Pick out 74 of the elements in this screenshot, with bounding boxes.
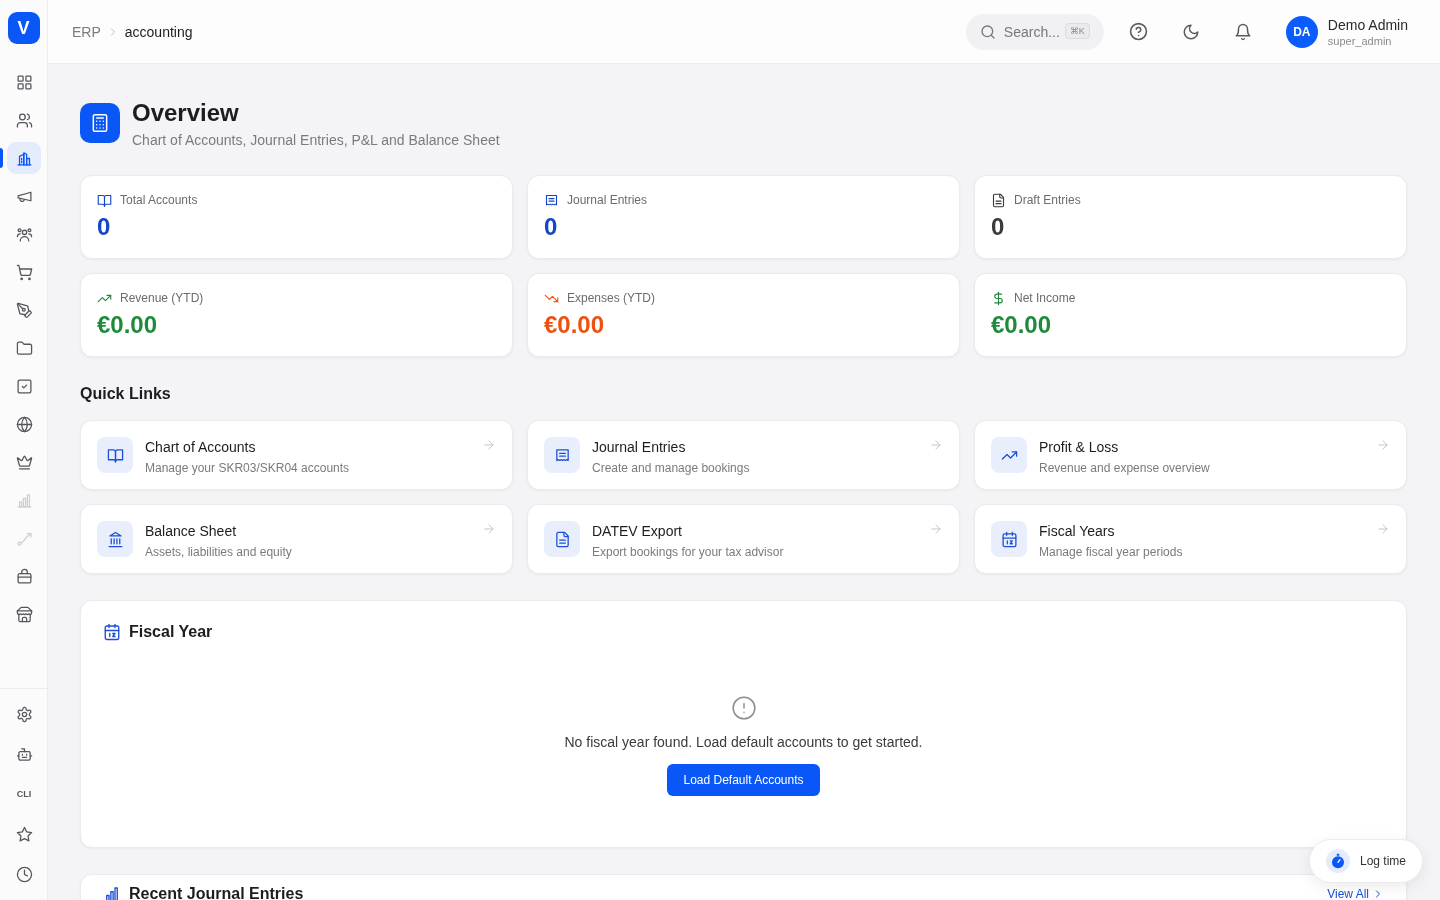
quick-link-card[interactable]: DATEV Export Export bookings for your tax advisor [527,504,960,574]
quick-link-description: Create and manage bookings [592,460,750,476]
alert-icon [730,695,757,721]
stat-label: Journal Entries [567,192,648,208]
bank-icon [97,521,133,557]
stat-label: Net Income [1014,290,1076,306]
quick-link-card[interactable]: Fiscal Years Manage fiscal year periods [974,504,1407,574]
document-icon [991,192,1006,208]
calendar-icon [991,521,1027,557]
empty-message: No fiscal year found. Load default accounts to get started. [564,733,923,752]
log-time-button[interactable]: Log time [1308,839,1423,883]
page-title: Overview [132,103,239,123]
stat-label: Revenue (YTD) [120,290,204,306]
receipt-icon [544,192,559,208]
card-title: Recent Journal Entries [129,884,304,900]
quick-link-description: Manage your SKR03/SKR04 accounts [145,460,350,476]
bar-chart-icon [103,885,121,900]
quick-link-title: Fiscal Years [1039,522,1115,540]
calculator-icon [80,103,120,143]
arrow-right-icon [482,438,496,452]
receipt-icon [544,437,580,473]
section-heading: Quick Links [80,384,171,404]
stat-value: €0.00 [97,312,158,338]
stopwatch-icon [1325,849,1350,873]
star-icon [15,825,33,843]
quick-link-title: Profit & Loss [1039,438,1119,456]
quick-link-card[interactable]: Chart of Accounts Manage your SKR03/SKR04 accounts [80,420,513,490]
moon-icon [1181,22,1200,41]
load-accounts-button[interactable]: Load Default Accounts [667,764,820,796]
avatar[interactable]: DA [1285,15,1318,48]
help-icon [1129,22,1149,41]
stat-value: 0 [97,214,111,240]
robot-icon [15,745,33,763]
arrow-right-icon [929,522,943,536]
user-name: Demo Admin [1327,16,1408,33]
calendar-icon [103,623,121,641]
settings-icon [15,705,33,723]
quick-link-title: DATEV Export [592,522,682,540]
quick-link-title: Chart of Accounts [145,438,256,456]
breadcrumb-link[interactable]: ERP [72,23,101,40]
stat-value: 0 [544,214,558,240]
app-logo[interactable]: V [7,12,40,44]
active-indicator [0,148,3,168]
quick-link-description: Export bookings for your tax advisor [592,544,784,560]
quick-link-card[interactable]: Journal Entries Create and manage bookings [527,420,960,490]
stat-value: 0 [991,214,1005,240]
sidebar-item[interactable] [7,142,41,174]
stat-value: €0.00 [544,312,605,338]
arrow-right-icon [929,438,943,452]
clock-icon [15,865,33,883]
stat-label: Total Accounts [120,192,198,208]
sidebar-item[interactable]: CLI [7,778,41,810]
quick-link-card[interactable]: Balance Sheet Assets, liabilities and equity [80,504,513,574]
stat-value: €0.00 [991,312,1052,338]
dollar-icon [991,290,1006,306]
quick-link-description: Manage fiscal year periods [1039,544,1183,560]
quick-link-title: Balance Sheet [145,522,237,540]
breadcrumb-current: accounting [124,23,193,40]
bell-icon [1233,22,1252,41]
book-icon [97,437,133,473]
search-icon [979,23,996,40]
stat-label: Draft Entries [1014,192,1081,208]
view-all-link[interactable]: View All [1327,886,1384,900]
book-icon [97,192,112,208]
page-subtitle: Chart of Accounts, Journal Entries, P&L and Balance Sheet [132,131,500,150]
document-icon [544,521,580,557]
trending-up-icon [991,437,1027,473]
quick-link-description: Assets, liabilities and equity [145,544,292,560]
user-role: super_admin [1327,34,1393,47]
stat-label: Expenses (YTD) [567,290,656,306]
quick-link-description: Revenue and expense overview [1039,460,1210,476]
quick-link-card[interactable]: Profit & Loss Revenue and expense overview [974,420,1407,490]
card-title: Fiscal Year [129,622,213,642]
quick-link-title: Journal Entries [592,438,686,456]
